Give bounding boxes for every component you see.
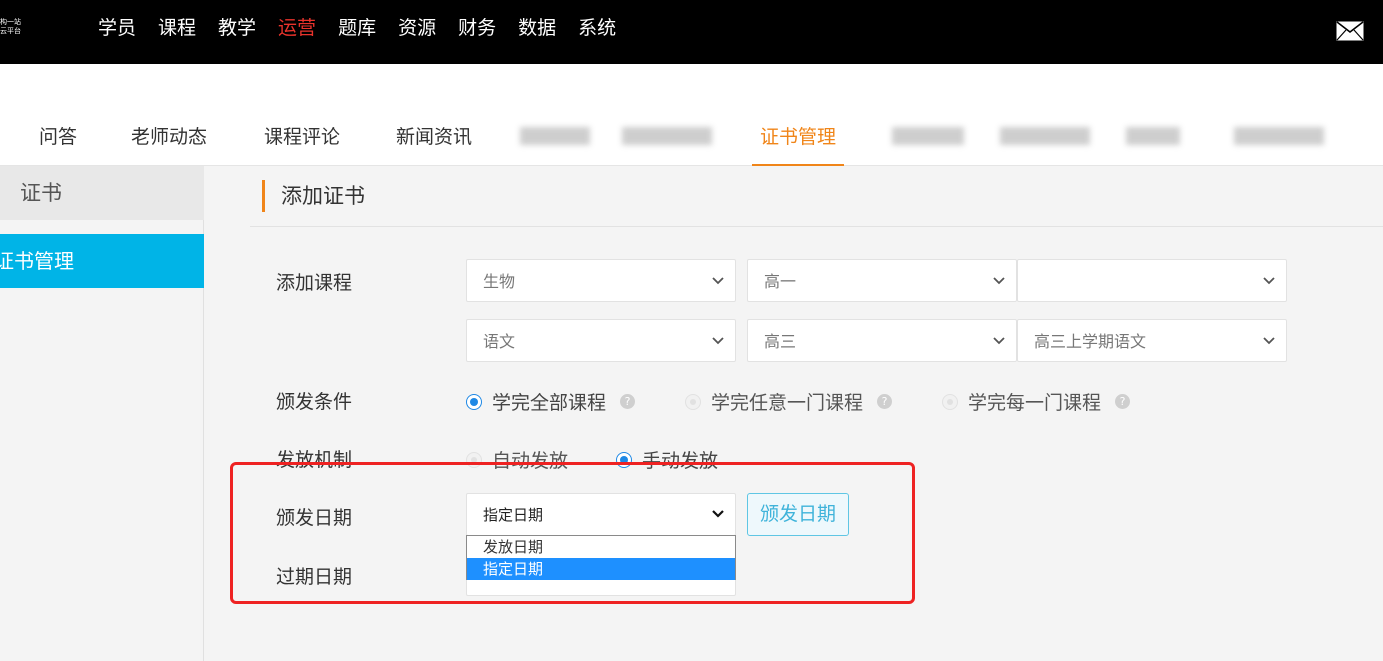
condition-all-courses-label: 学完全部课程 — [492, 392, 607, 414]
grade-select-2[interactable]: 高三 — [747, 319, 1017, 362]
manual-issue-label: 手动发放 — [642, 450, 719, 472]
course-select-2-value: 高三上学期语文 — [1034, 332, 1147, 351]
grade-select[interactable]: 高一 — [747, 259, 1017, 302]
nav-item-teaching[interactable]: 教学 — [218, 14, 256, 42]
add-course-label: 添加课程 — [276, 272, 353, 294]
help-icon[interactable]: ? — [620, 394, 636, 409]
grade-select-2-value: 高三 — [764, 332, 797, 351]
manual-issue-radio[interactable]: 手动发放 — [616, 446, 718, 473]
tab-teacher-updates[interactable]: 老师动态 — [131, 118, 207, 166]
logo-line2: 云平台 — [0, 27, 21, 35]
chevron-down-icon — [993, 337, 1005, 345]
issue-date-select-value: 指定日期 — [483, 506, 544, 524]
condition-each-course-radio[interactable]: 学完每一门课程 ? — [942, 388, 1131, 415]
chevron-down-icon — [712, 337, 724, 345]
radio-dot — [466, 451, 482, 468]
nav-item-data[interactable]: 数据 — [518, 14, 556, 42]
chevron-down-icon — [1263, 337, 1275, 345]
chevron-down-icon — [712, 510, 724, 518]
subject-select-value: 生物 — [483, 272, 516, 291]
issue-date-button[interactable]: 颁发日期 — [747, 493, 849, 536]
auto-issue-radio[interactable]: 自动发放 — [466, 446, 568, 473]
condition-label: 颁发条件 — [276, 391, 353, 413]
top-nav: 学员 课程 教学 运营 题库 资源 财务 数据 系统 — [98, 14, 638, 42]
issue-date-select[interactable]: 指定日期 — [466, 493, 736, 536]
condition-each-course-label: 学完每一门课程 — [968, 392, 1102, 414]
expire-date-label: 过期日期 — [276, 566, 353, 588]
chevron-down-icon — [1263, 277, 1275, 285]
blurred-tab[interactable] — [622, 127, 712, 145]
mechanism-label: 发放机制 — [276, 449, 353, 471]
condition-any-course-radio[interactable]: 学完任意一门课程 ? — [685, 388, 893, 415]
header-spacer — [0, 64, 1383, 118]
mail-icon[interactable] — [1336, 21, 1364, 41]
blurred-tab[interactable] — [892, 127, 964, 145]
auto-issue-label: 自动发放 — [492, 450, 569, 472]
subject-select[interactable]: 生物 — [466, 259, 736, 302]
sidebar-header: 证书 — [0, 166, 204, 220]
nav-item-courses[interactable]: 课程 — [158, 14, 196, 42]
course-select-2[interactable]: 高三上学期语文 — [1017, 319, 1287, 362]
subject-select-2-value: 语文 — [483, 332, 516, 351]
radio-dot — [466, 393, 482, 410]
condition-any-course-label: 学完任意一门课程 — [711, 392, 864, 414]
tab-qa[interactable]: 问答 — [39, 118, 77, 166]
nav-item-system[interactable]: 系统 — [578, 14, 616, 42]
nav-item-operations[interactable]: 运营 — [278, 14, 316, 42]
grade-select-value: 高一 — [764, 272, 797, 291]
radio-dot — [685, 393, 701, 410]
chevron-down-icon — [993, 277, 1005, 285]
dropdown-option-issue-date[interactable]: 发放日期 — [467, 536, 735, 558]
page-title: 添加证书 — [262, 180, 365, 212]
blurred-tab[interactable] — [1126, 127, 1180, 145]
nav-item-finance[interactable]: 财务 — [458, 14, 496, 42]
radio-dot — [942, 393, 958, 410]
logo-line1: 构一站 — [0, 18, 21, 26]
sidebar-item-certificate-management[interactable]: 证书管理 — [0, 234, 204, 288]
condition-all-courses-radio[interactable]: 学完全部课程 ? — [466, 388, 636, 415]
blurred-tab[interactable] — [1000, 127, 1090, 145]
mechanism-radio-group: 自动发放 手动发放 — [466, 446, 866, 472]
subject-select-2[interactable]: 语文 — [466, 319, 736, 362]
tab-news[interactable]: 新闻资讯 — [396, 118, 472, 166]
blurred-tab[interactable] — [1234, 127, 1324, 145]
nav-item-students[interactable]: 学员 — [98, 14, 136, 42]
dropdown-option-specified-date[interactable]: 指定日期 — [467, 558, 735, 580]
nav-item-question-bank[interactable]: 题库 — [338, 14, 376, 42]
blurred-tab[interactable] — [520, 127, 590, 145]
divider — [250, 226, 1383, 227]
condition-radio-group: 学完全部课程 ? 学完任意一门课程 ? 学完每一门课程 ? — [466, 388, 1266, 414]
help-icon[interactable]: ? — [877, 394, 893, 409]
tab-course-reviews[interactable]: 课程评论 — [264, 118, 340, 166]
tab-certificate-management[interactable]: 证书管理 — [751, 118, 845, 166]
logo[interactable]: 构一站 云平台 — [0, 18, 30, 36]
top-navbar: 构一站 云平台 学员 课程 教学 运营 题库 资源 财务 数据 系统 — [0, 0, 1383, 64]
sub-nav: 问答 老师动态 课程评论 新闻资讯 证书管理 — [0, 118, 1383, 166]
course-select[interactable] — [1017, 259, 1287, 302]
issue-date-label: 颁发日期 — [276, 507, 353, 529]
radio-dot — [616, 451, 632, 468]
nav-item-resources[interactable]: 资源 — [398, 14, 436, 42]
chevron-down-icon — [712, 277, 724, 285]
sidebar: 证书 证书管理 — [0, 166, 204, 661]
help-icon[interactable]: ? — [1115, 394, 1131, 409]
issue-date-dropdown: 发放日期 指定日期 — [466, 535, 736, 580]
